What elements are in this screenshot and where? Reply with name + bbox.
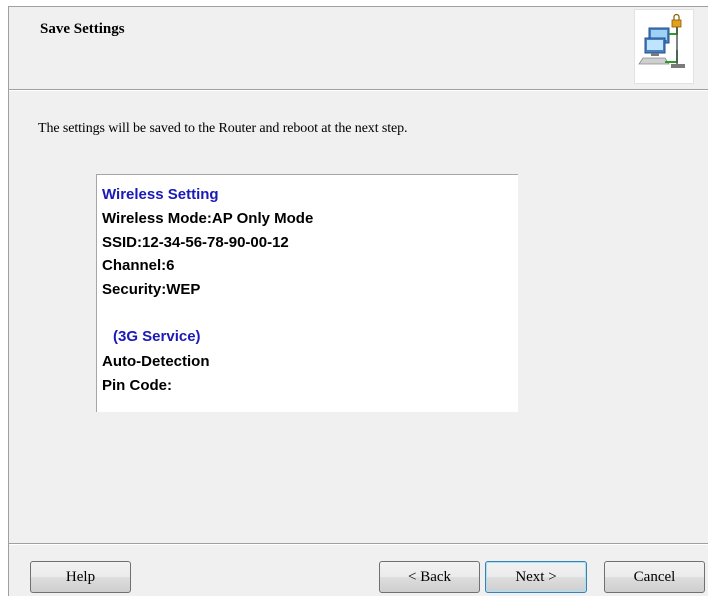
help-button[interactable]: Help	[30, 561, 131, 593]
pin-code-value: Pin Code:	[102, 377, 172, 394]
save-description: The settings will be saved to the Router…	[38, 121, 408, 136]
wireless-mode-value: Wireless Mode:AP Only Mode	[102, 210, 314, 227]
next-button[interactable]: Next >	[485, 561, 587, 593]
wizard-header: Save Settings	[9, 7, 708, 90]
cancel-button[interactable]: Cancel	[604, 561, 705, 593]
auto-detection-value: Auto-Detection	[102, 353, 210, 370]
back-button[interactable]: < Back	[379, 561, 480, 593]
3g-service-heading: (3G Service)	[113, 328, 201, 345]
wireless-setting-heading: Wireless Setting	[102, 186, 219, 203]
network-computers-icon	[634, 9, 694, 84]
page-title: Save Settings	[40, 21, 125, 37]
save-settings-dialog: Save Settings The settings will be saved…	[8, 6, 708, 596]
footer-divider	[9, 543, 708, 544]
channel-value: Channel:6	[102, 257, 175, 274]
ssid-value: SSID:12-34-56-78-90-00-12	[102, 234, 289, 251]
settings-summary-box: Wireless Setting Wireless Mode:AP Only M…	[96, 174, 518, 412]
security-value: Security:WEP	[102, 281, 201, 298]
